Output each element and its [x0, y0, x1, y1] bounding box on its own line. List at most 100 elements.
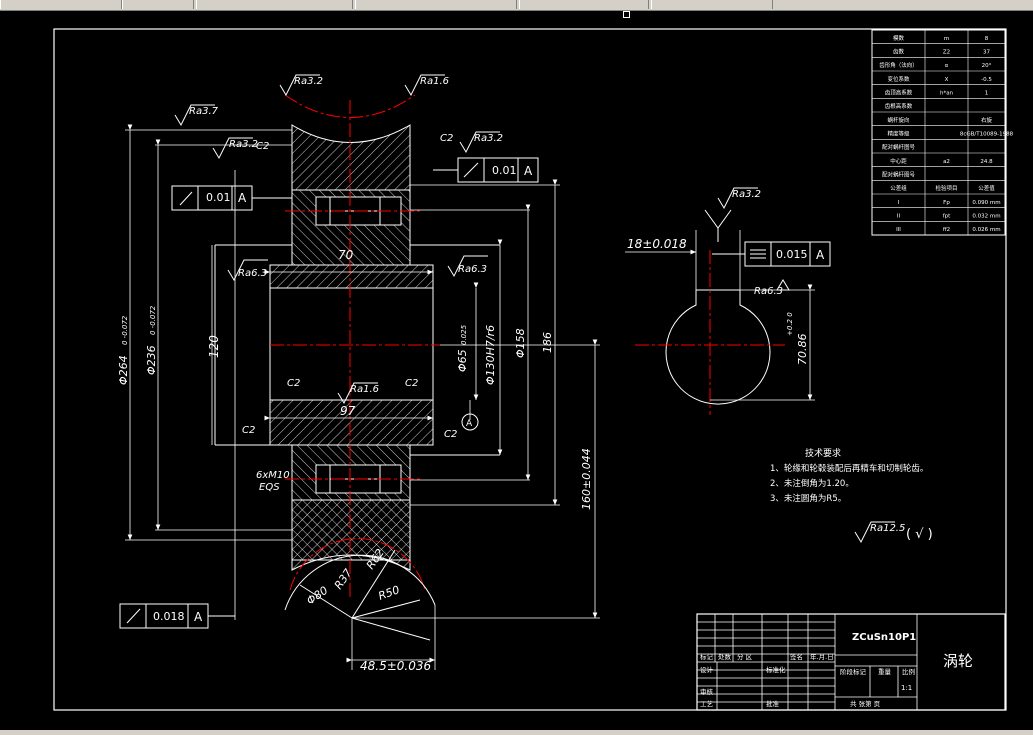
- param-table-value: 0.026 mm: [972, 227, 1000, 233]
- parameter-table: 模数 m 8 齿数 Z2 37 齿形角（法向） α 20° 变位系数 X -0.5 齿顶高系数 h*an 1…: [871, 29, 1014, 236]
- chamfer-6: C2: [444, 429, 457, 440]
- cad-viewport[interactable]: 模数 m 8 齿数 Z2 37 齿形角（法向） α 20° 变位系数 X -0.5 齿顶高系数 h*an 1…: [0, 0, 1033, 735]
- dim-236-tol: 0 -0.072: [149, 305, 157, 335]
- roughness-left-2: Ra3.2: [229, 139, 258, 150]
- param-table-name: 公差组: [890, 184, 907, 192]
- param-table-value: 20°: [982, 63, 992, 69]
- tb-sheets-label: 共 张第 页: [850, 699, 881, 708]
- param-table-symbol: α: [945, 63, 949, 69]
- param-table-name: 齿数: [893, 48, 905, 56]
- tb-weight-label: 重量: [878, 668, 892, 676]
- dim-80: Φ80: [304, 584, 330, 608]
- tb-standard-label: 标准化: [766, 665, 786, 674]
- roughness-bore-right: Ra6.3: [458, 264, 487, 275]
- dim-key-depth: 70.86: [796, 334, 809, 366]
- roughness-key-side: Ra6.3: [754, 286, 783, 297]
- tb-stage-label: 阶段标记: [840, 667, 867, 676]
- tb-count-label: 处数: [718, 652, 732, 661]
- symmetry-value: 0.015: [776, 248, 808, 261]
- dim-65-tol: 0.025: [460, 324, 468, 345]
- chamfer-2: C2: [440, 133, 453, 144]
- tech-req-item-2: 2、未注倒角为1.20。: [770, 478, 854, 489]
- chamfer-3: C2: [287, 378, 300, 389]
- roughness-check: ( √ ): [906, 527, 933, 542]
- dim-264: Φ264: [117, 355, 130, 385]
- runout3-value: 0.018: [153, 610, 185, 623]
- roughness-left: Ra3.7: [189, 106, 219, 117]
- param-table-name: 配对蜗杆图号: [882, 143, 916, 151]
- symmetry-datum: A: [816, 248, 825, 262]
- param-table-value: -0.5: [981, 77, 992, 83]
- dim-236: Φ236: [145, 345, 158, 375]
- param-table-value: 1: [985, 91, 989, 97]
- tb-sign-label: 签名: [790, 652, 803, 661]
- param-table-symbol: X: [945, 77, 949, 83]
- chamfer-4: C2: [405, 378, 418, 389]
- dim-97: 97: [340, 404, 356, 418]
- param-table-symbol: fpt: [943, 214, 951, 220]
- bolt-eqs: EQS: [259, 482, 280, 493]
- tech-req-title: 技术要求: [805, 447, 841, 459]
- tb-process-label: 工艺: [700, 700, 714, 708]
- param-table-symbol: Z2: [943, 50, 950, 56]
- tb-zone-label: 分 区: [737, 652, 753, 661]
- dim-160: 160±0.044: [580, 448, 593, 510]
- drawing-frame: [53, 28, 1007, 711]
- tb-design-label: 设计: [700, 665, 714, 674]
- tb-scale-label: 比例: [902, 667, 915, 676]
- dim-186: 186: [541, 332, 554, 353]
- roughness-general: Ra12.5: [870, 523, 905, 534]
- dim-key-width: 18±0.018: [627, 237, 687, 251]
- param-table-name: 精度等级: [887, 130, 910, 138]
- param-table-value: 0.032 mm: [972, 214, 1000, 220]
- runout2-datum: A: [524, 164, 533, 178]
- dim-r50: R50: [377, 583, 402, 603]
- param-table-name: 变位系数: [887, 75, 910, 83]
- param-table-symbol: 检验项目: [935, 184, 957, 192]
- param-table-name: II: [897, 214, 901, 220]
- param-table-name: 蜗杆旋向: [887, 116, 909, 124]
- param-table-name: 齿根高系数: [885, 102, 913, 110]
- param-table-name: I: [898, 200, 900, 206]
- roughness-key: Ra3.2: [732, 189, 761, 200]
- dim-48-5: 48.5±0.036: [360, 659, 431, 673]
- param-table-value: 37: [983, 50, 990, 56]
- dim-264-tol: 0 -0.072: [121, 315, 129, 345]
- param-table-symbol: h*an: [940, 91, 954, 97]
- param-table-value: 8: [985, 36, 989, 42]
- roughness-hub: Ra1.6: [350, 384, 379, 395]
- dim-r37: R37: [332, 567, 355, 592]
- tb-approve-label: 批准: [766, 699, 780, 708]
- param-table-symbol: Fp: [943, 200, 950, 206]
- tb-review-label: 审核: [700, 687, 714, 696]
- dim-130: Φ130H7/r6: [484, 325, 497, 385]
- param-table-value: 公差值: [978, 184, 995, 192]
- param-table-name: 模数: [893, 34, 905, 42]
- param-table-symbol: a2: [943, 159, 950, 165]
- dim-120: 120: [207, 335, 221, 358]
- dim-key-depth-tol: +0.2 0: [786, 312, 794, 336]
- param-table-name: III: [896, 227, 901, 233]
- param-table-symbol: m: [944, 36, 949, 42]
- drawing-sheet: 模数 m 8 齿数 Z2 37 齿形角（法向） α 20° 变位系数 X -0.5 齿顶高系数 h*an 1…: [53, 28, 1014, 711]
- runout2-value: 0.01: [492, 164, 517, 177]
- section-view: [214, 124, 500, 571]
- param-table-value: 0.090 mm: [972, 200, 1000, 206]
- param-table-value: 8cGB/T10089-1988: [960, 132, 1014, 138]
- param-table-name: 齿形角（法向）: [879, 61, 918, 69]
- chamfer-1: C2: [256, 141, 269, 152]
- param-table-name: 中心距: [890, 157, 907, 165]
- tech-req-item-3: 3、未注圆角为R5。: [770, 493, 846, 504]
- dim-70: 70: [338, 248, 354, 262]
- dim-158: Φ158: [514, 328, 527, 358]
- runout1-datum: A: [238, 191, 247, 205]
- tech-req-item-1: 1、轮缘和轮毂装配后再精车和切制轮齿。: [770, 463, 928, 474]
- chamfer-5: C2: [242, 425, 255, 436]
- annotations: 0.01 A 0.01 A 0.018 A 0.015 A A Ra3.2 Ra…: [117, 76, 973, 708]
- roughness-right: Ra3.2: [474, 133, 503, 144]
- status-strip: [0, 730, 1033, 735]
- scale-value: 1:1: [901, 684, 912, 692]
- bolt-spec: 6xM10: [256, 470, 290, 481]
- part-name: 涡轮: [943, 652, 973, 670]
- datum-label: A: [466, 419, 473, 429]
